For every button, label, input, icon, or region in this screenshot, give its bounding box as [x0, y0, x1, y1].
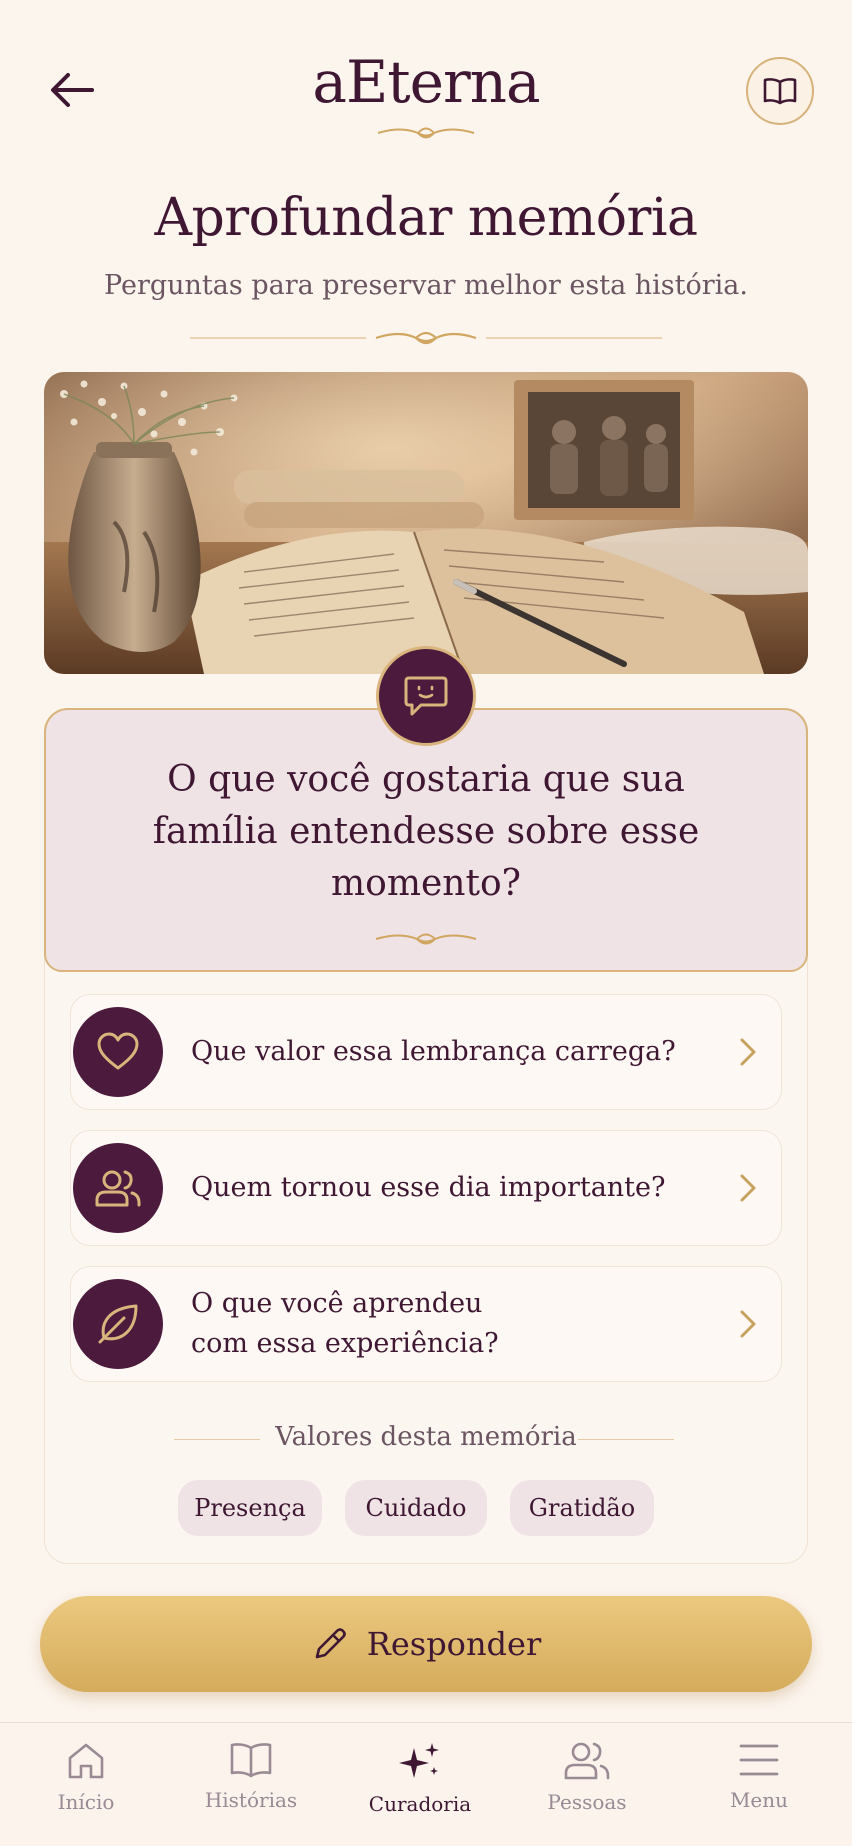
- option-label: Que valor essa lembrança carrega?: [191, 1036, 676, 1067]
- chevron-right-icon: [740, 1174, 756, 1202]
- chat-bubble-icon: [404, 676, 448, 716]
- open-book-icon: [763, 78, 797, 105]
- page-title: Aprofundar memória: [154, 188, 698, 248]
- book-icon: [230, 1743, 272, 1778]
- option-label: O que você aprendeu com essa experiência…: [191, 1288, 499, 1359]
- option-people[interactable]: Quem tornou esse dia importante?: [70, 1130, 782, 1246]
- tab-label: Menu: [729, 1788, 789, 1812]
- pencil-icon: [315, 1628, 346, 1659]
- chevron-right-icon: [740, 1310, 756, 1338]
- tab-menu[interactable]: Menu: [684, 1740, 834, 1830]
- tab-label: Início: [57, 1790, 115, 1814]
- leaf-icon: [98, 1304, 138, 1344]
- tab-label: Curadoria: [368, 1792, 472, 1816]
- tab-inicio[interactable]: Início: [11, 1740, 161, 1830]
- section-divider: [190, 331, 662, 345]
- book-button[interactable]: [746, 57, 814, 125]
- tab-label: Pessoas: [547, 1790, 627, 1814]
- value-chip[interactable]: Cuidado: [345, 1480, 487, 1536]
- people-icon: [95, 1170, 141, 1207]
- people-icon: [564, 1742, 610, 1780]
- tab-historias[interactable]: Histórias: [176, 1740, 326, 1830]
- tab-curadoria[interactable]: Curadoria: [345, 1740, 495, 1830]
- sparkle-icon: [399, 1743, 439, 1778]
- option-icon-badge: [73, 1279, 163, 1369]
- option-icon-badge: [73, 1143, 163, 1233]
- value-chip[interactable]: Gratidão: [510, 1480, 654, 1536]
- option-value[interactable]: Que valor essa lembrança carrega?: [70, 994, 782, 1110]
- flourish-ornament: [375, 933, 477, 945]
- question-text: O que você gostaria que sua família ente…: [152, 759, 700, 904]
- option-icon-badge: [73, 1007, 163, 1097]
- memory-photo: [44, 372, 808, 674]
- flourish-ornament: [377, 127, 475, 139]
- tab-pessoas[interactable]: Pessoas: [512, 1740, 662, 1830]
- respond-label: Responder: [366, 1625, 542, 1663]
- chevron-right-icon: [740, 1038, 756, 1066]
- tab-label: Histórias: [204, 1788, 298, 1812]
- values-title: Valores desta memória: [275, 1422, 577, 1452]
- values-divider-right: [578, 1439, 674, 1440]
- respond-button[interactable]: Responder: [40, 1596, 812, 1692]
- app-title: aEterna: [312, 48, 540, 116]
- value-chip[interactable]: Presença: [178, 1480, 322, 1536]
- page-subtitle: Perguntas para preservar melhor esta his…: [104, 270, 748, 301]
- option-label: Quem tornou esse dia importante?: [191, 1172, 666, 1203]
- menu-icon: [739, 1744, 779, 1776]
- chat-bubble-badge: [376, 646, 476, 746]
- option-learning[interactable]: O que você aprendeu com essa experiência…: [70, 1266, 782, 1382]
- home-icon: [68, 1743, 104, 1779]
- heart-icon: [97, 1032, 139, 1070]
